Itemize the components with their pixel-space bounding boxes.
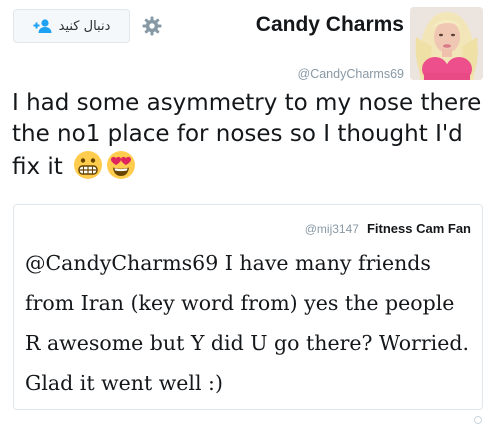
grimacing-face-icon: [73, 150, 103, 180]
tweet-text: I had some asymmetry to my nose there th…: [12, 88, 482, 183]
quoted-tweet[interactable]: @mij3147 Fitness Cam Fan @CandyCharms69 …: [13, 204, 483, 410]
gear-icon[interactable]: [141, 15, 163, 37]
quoted-handle: @mij3147: [304, 222, 359, 236]
avatar[interactable]: [410, 7, 483, 80]
add-user-icon: [33, 18, 53, 34]
display-name[interactable]: Candy Charms: [254, 12, 404, 38]
more-indicator: [474, 416, 482, 424]
quoted-tweet-text: @CandyCharms69 I have many friends from …: [25, 251, 469, 395]
heart-eyes-icon: [106, 150, 136, 180]
user-handle[interactable]: @CandyCharms69: [298, 67, 404, 81]
quoted-display-name: Fitness Cam Fan: [366, 221, 471, 236]
quoted-tweet-header: @mij3147 Fitness Cam Fan: [305, 221, 471, 236]
follow-button[interactable]: دنبال کنید: [13, 9, 130, 43]
follow-label: دنبال کنید: [58, 18, 111, 34]
